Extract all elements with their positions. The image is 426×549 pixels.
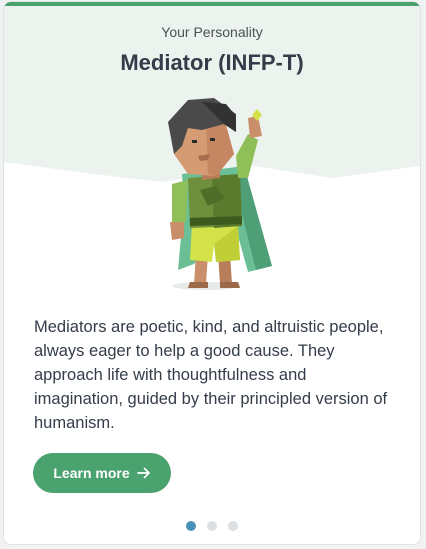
mediator-character-icon <box>168 98 272 290</box>
learn-more-button[interactable]: Learn more <box>33 453 171 493</box>
arrow-right-icon <box>136 467 150 479</box>
pagination-dot-1[interactable] <box>186 521 196 531</box>
learn-more-label: Learn more <box>53 465 130 481</box>
card-eyebrow: Your Personality <box>161 24 263 40</box>
carousel-pagination <box>186 521 238 531</box>
pagination-dot-3[interactable] <box>228 521 238 531</box>
personality-card: Your Personality Mediator (INFP-T) Media… <box>3 1 421 545</box>
pagination-dot-2[interactable] <box>207 521 217 531</box>
personality-description: Mediators are poetic, kind, and altruist… <box>34 318 388 432</box>
personality-title: Mediator (INFP-T) <box>120 50 304 75</box>
